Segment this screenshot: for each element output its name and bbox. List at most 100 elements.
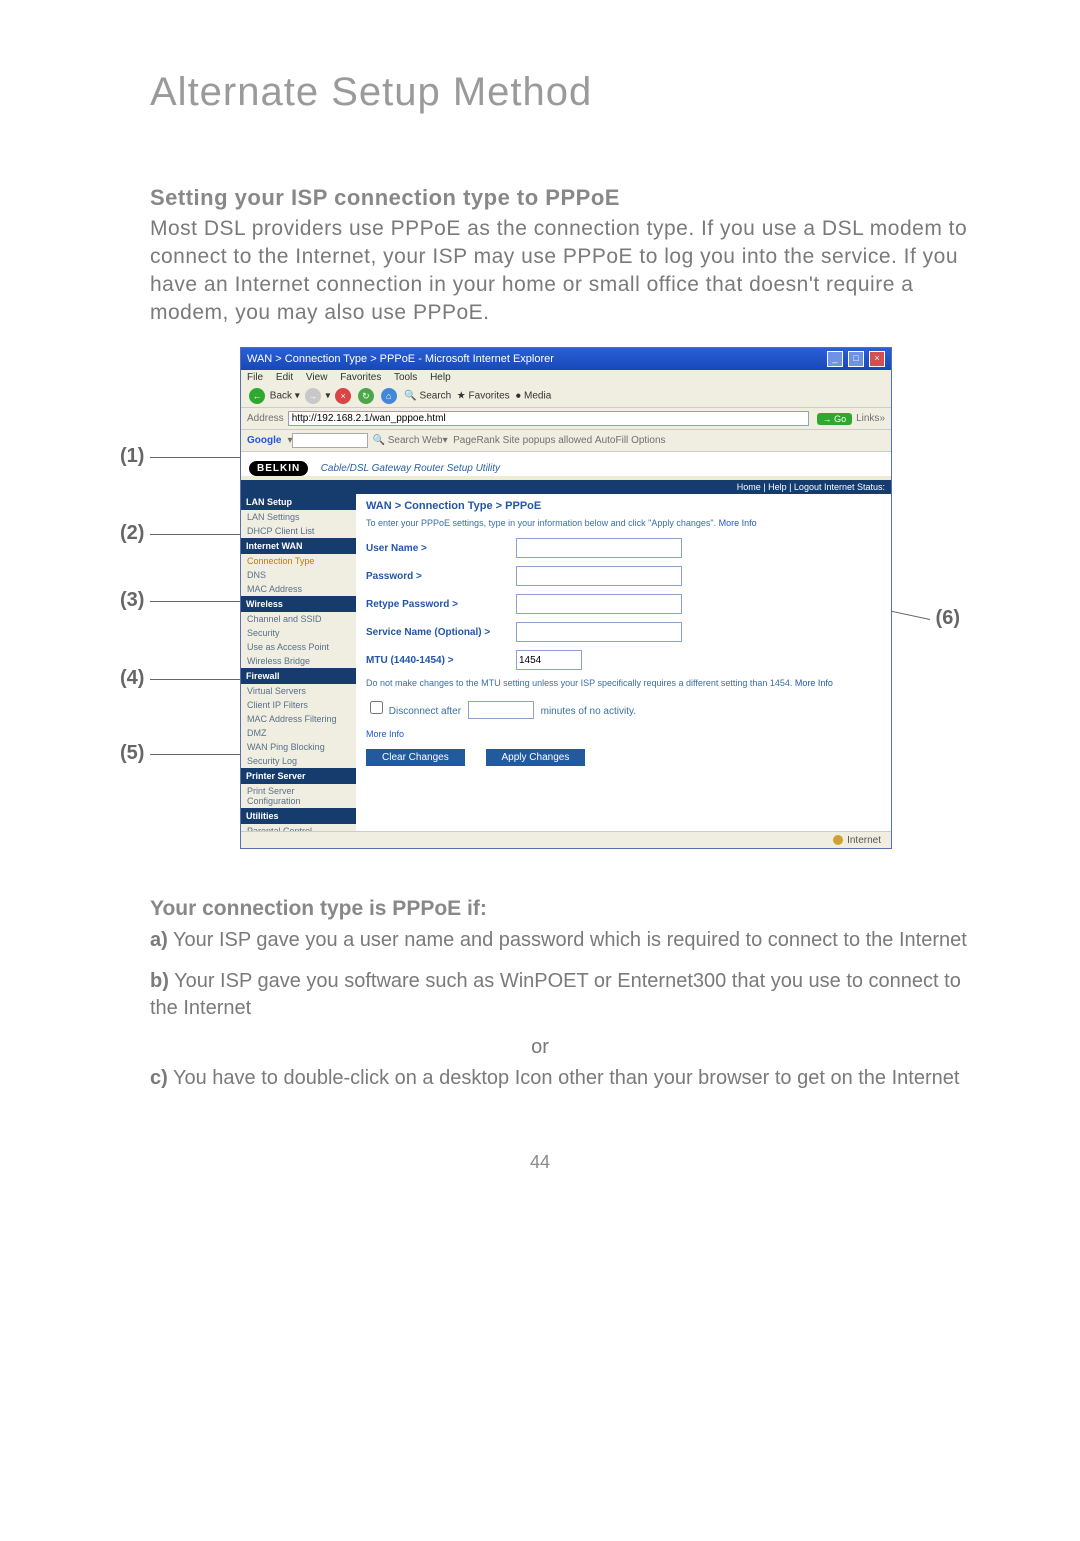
address-label: Address (247, 413, 284, 424)
sidebar-item-lan-settings[interactable]: LAN Settings (241, 510, 356, 524)
sidebar-item-channel-ssid[interactable]: Channel and SSID (241, 612, 356, 626)
row-service: Service Name (Optional) > (366, 622, 881, 642)
back-icon[interactable]: ← (249, 388, 265, 404)
stop-icon[interactable]: × (335, 388, 351, 404)
router-sidebar: LAN Setup LAN Settings DHCP Client List … (241, 494, 356, 849)
menu-help[interactable]: Help (430, 372, 451, 383)
menu-tools[interactable]: Tools (394, 372, 417, 383)
menu-view[interactable]: View (306, 372, 328, 383)
utility-title: Cable/DSL Gateway Router Setup Utility (321, 463, 500, 474)
home-icon[interactable]: ⌂ (381, 388, 397, 404)
more-info-link-mtu[interactable]: More Info (795, 678, 833, 688)
media-label[interactable]: Media (524, 391, 551, 402)
google-searchweb[interactable]: 🔍 Search Web (372, 435, 442, 446)
sidebar-head-wan: Internet WAN (241, 538, 356, 554)
input-mtu[interactable] (516, 650, 582, 670)
maximize-icon[interactable]: □ (848, 351, 864, 367)
sidebar-item-ap[interactable]: Use as Access Point (241, 640, 356, 654)
favorites-label[interactable]: Favorites (469, 391, 510, 402)
manual-page: Alternate Setup Method Setting your ISP … (0, 0, 1080, 1233)
input-username[interactable] (516, 538, 682, 558)
window-controls[interactable]: _ □ × (825, 351, 885, 367)
sidebar-item-dhcp[interactable]: DHCP Client List (241, 524, 356, 538)
address-input[interactable] (288, 411, 809, 426)
sidebar-item-dns[interactable]: DNS (241, 568, 356, 582)
ie-toolbar: ← Back ▾ → ▾ × ↻ ⌂ 🔍 Search ★ Favorites … (241, 385, 891, 408)
ie-statusbar: Internet (241, 831, 891, 848)
list-item-a: a) Your ISP gave you a user name and pas… (150, 927, 980, 954)
row-username: User Name > (366, 538, 881, 558)
callout-4-label: (4) (120, 667, 144, 689)
clear-button[interactable]: Clear Changes (366, 749, 465, 766)
minimize-icon[interactable]: _ (827, 351, 843, 367)
letter-b: b) (150, 970, 169, 992)
sidebar-head-utilities: Utilities (241, 808, 356, 824)
refresh-icon[interactable]: ↻ (358, 388, 374, 404)
sidebar-item-dmz[interactable]: DMZ (241, 726, 356, 740)
input-retype[interactable] (516, 594, 682, 614)
sidebar-item-mac[interactable]: MAC Address (241, 582, 356, 596)
links-button[interactable]: Links (856, 413, 879, 424)
apply-button[interactable]: Apply Changes (486, 749, 586, 766)
go-button[interactable]: → Go (817, 413, 853, 425)
sidebar-item-ipfilter[interactable]: Client IP Filters (241, 698, 356, 712)
sidebar-item-macfilter[interactable]: MAC Address Filtering (241, 712, 356, 726)
callout-2-label: (2) (120, 522, 144, 544)
section-body-pppoe: Most DSL providers use PPPoE as the conn… (150, 215, 980, 327)
more-info-link-top[interactable]: More Info (719, 518, 757, 528)
back-label[interactable]: Back (270, 391, 292, 402)
belkin-logo: BELKIN (249, 461, 308, 476)
menu-favorites[interactable]: Favorites (340, 372, 381, 383)
sidebar-item-conn-type[interactable]: Connection Type (241, 554, 356, 568)
close-icon[interactable]: × (869, 351, 885, 367)
ie-menubar[interactable]: File Edit View Favorites Tools Help (241, 370, 891, 385)
search-label[interactable]: Search (420, 391, 452, 402)
callout-1-label: (1) (120, 445, 144, 467)
disconnect-minutes[interactable] (468, 701, 534, 719)
router-content: LAN Setup LAN Settings DHCP Client List … (241, 494, 891, 849)
google-options[interactable]: Options (631, 435, 665, 446)
callout-1: (1) (120, 445, 144, 468)
sidebar-head-wireless: Wireless (241, 596, 356, 612)
router-main: WAN > Connection Type > PPPoE To enter y… (356, 494, 891, 849)
google-pagerank[interactable]: PageRank (453, 435, 500, 446)
screenshot-figure: (1) (2) (3) (4) (5) (6) WAN > Connection… (120, 347, 960, 857)
more-info-link-bottom[interactable]: More Info (366, 729, 404, 739)
google-search-input[interactable] (292, 433, 368, 448)
forward-icon[interactable]: → (305, 388, 321, 404)
ie-titlebar: WAN > Connection Type > PPPoE - Microsof… (241, 348, 891, 370)
label-username: User Name > (366, 543, 516, 554)
google-logo[interactable]: Google (247, 435, 281, 446)
input-password[interactable] (516, 566, 682, 586)
menu-file[interactable]: File (247, 372, 263, 383)
disconnect-row: Disconnect after minutes of no activity. (366, 698, 881, 719)
sidebar-item-seclog[interactable]: Security Log (241, 754, 356, 768)
page-number: 44 (100, 1152, 980, 1173)
label-password: Password > (366, 571, 516, 582)
input-service[interactable] (516, 622, 682, 642)
sidebar-item-print-config[interactable]: Print Server Configuration (241, 784, 356, 808)
menu-edit[interactable]: Edit (276, 372, 293, 383)
sidebar-item-wanping[interactable]: WAN Ping Blocking (241, 740, 356, 754)
sidebar-head-firewall: Firewall (241, 668, 356, 684)
router-topbar: Home | Help | Logout Internet Status: (241, 480, 891, 494)
sidebar-head-printer: Printer Server (241, 768, 356, 784)
google-toolbar: Google ▾ 🔍 Search Web ▾ PageRank Site po… (241, 430, 891, 452)
sidebar-head-lan: LAN Setup (241, 494, 356, 510)
sidebar-item-bridge[interactable]: Wireless Bridge (241, 654, 356, 668)
form-buttons: Clear Changes Apply Changes (366, 749, 881, 766)
google-autofill[interactable]: AutoFill (595, 435, 628, 446)
ie-window: WAN > Connection Type > PPPoE - Microsof… (240, 347, 892, 849)
list-item-b: b) Your ISP gave you software such as Wi… (150, 968, 980, 1022)
or-separator: or (100, 1036, 980, 1059)
status-internet: Internet (833, 835, 881, 846)
sidebar-item-security[interactable]: Security (241, 626, 356, 640)
router-topbar-links[interactable]: Home | Help | Logout Internet Status: (737, 482, 885, 492)
letter-c: c) (150, 1067, 168, 1089)
disconnect-checkbox[interactable] (370, 701, 383, 714)
letter-a: a) (150, 929, 168, 951)
google-popups[interactable]: Site popups allowed (503, 435, 593, 446)
row-password: Password > (366, 566, 881, 586)
sidebar-item-virtual[interactable]: Virtual Servers (241, 684, 356, 698)
row-retype: Retype Password > (366, 594, 881, 614)
